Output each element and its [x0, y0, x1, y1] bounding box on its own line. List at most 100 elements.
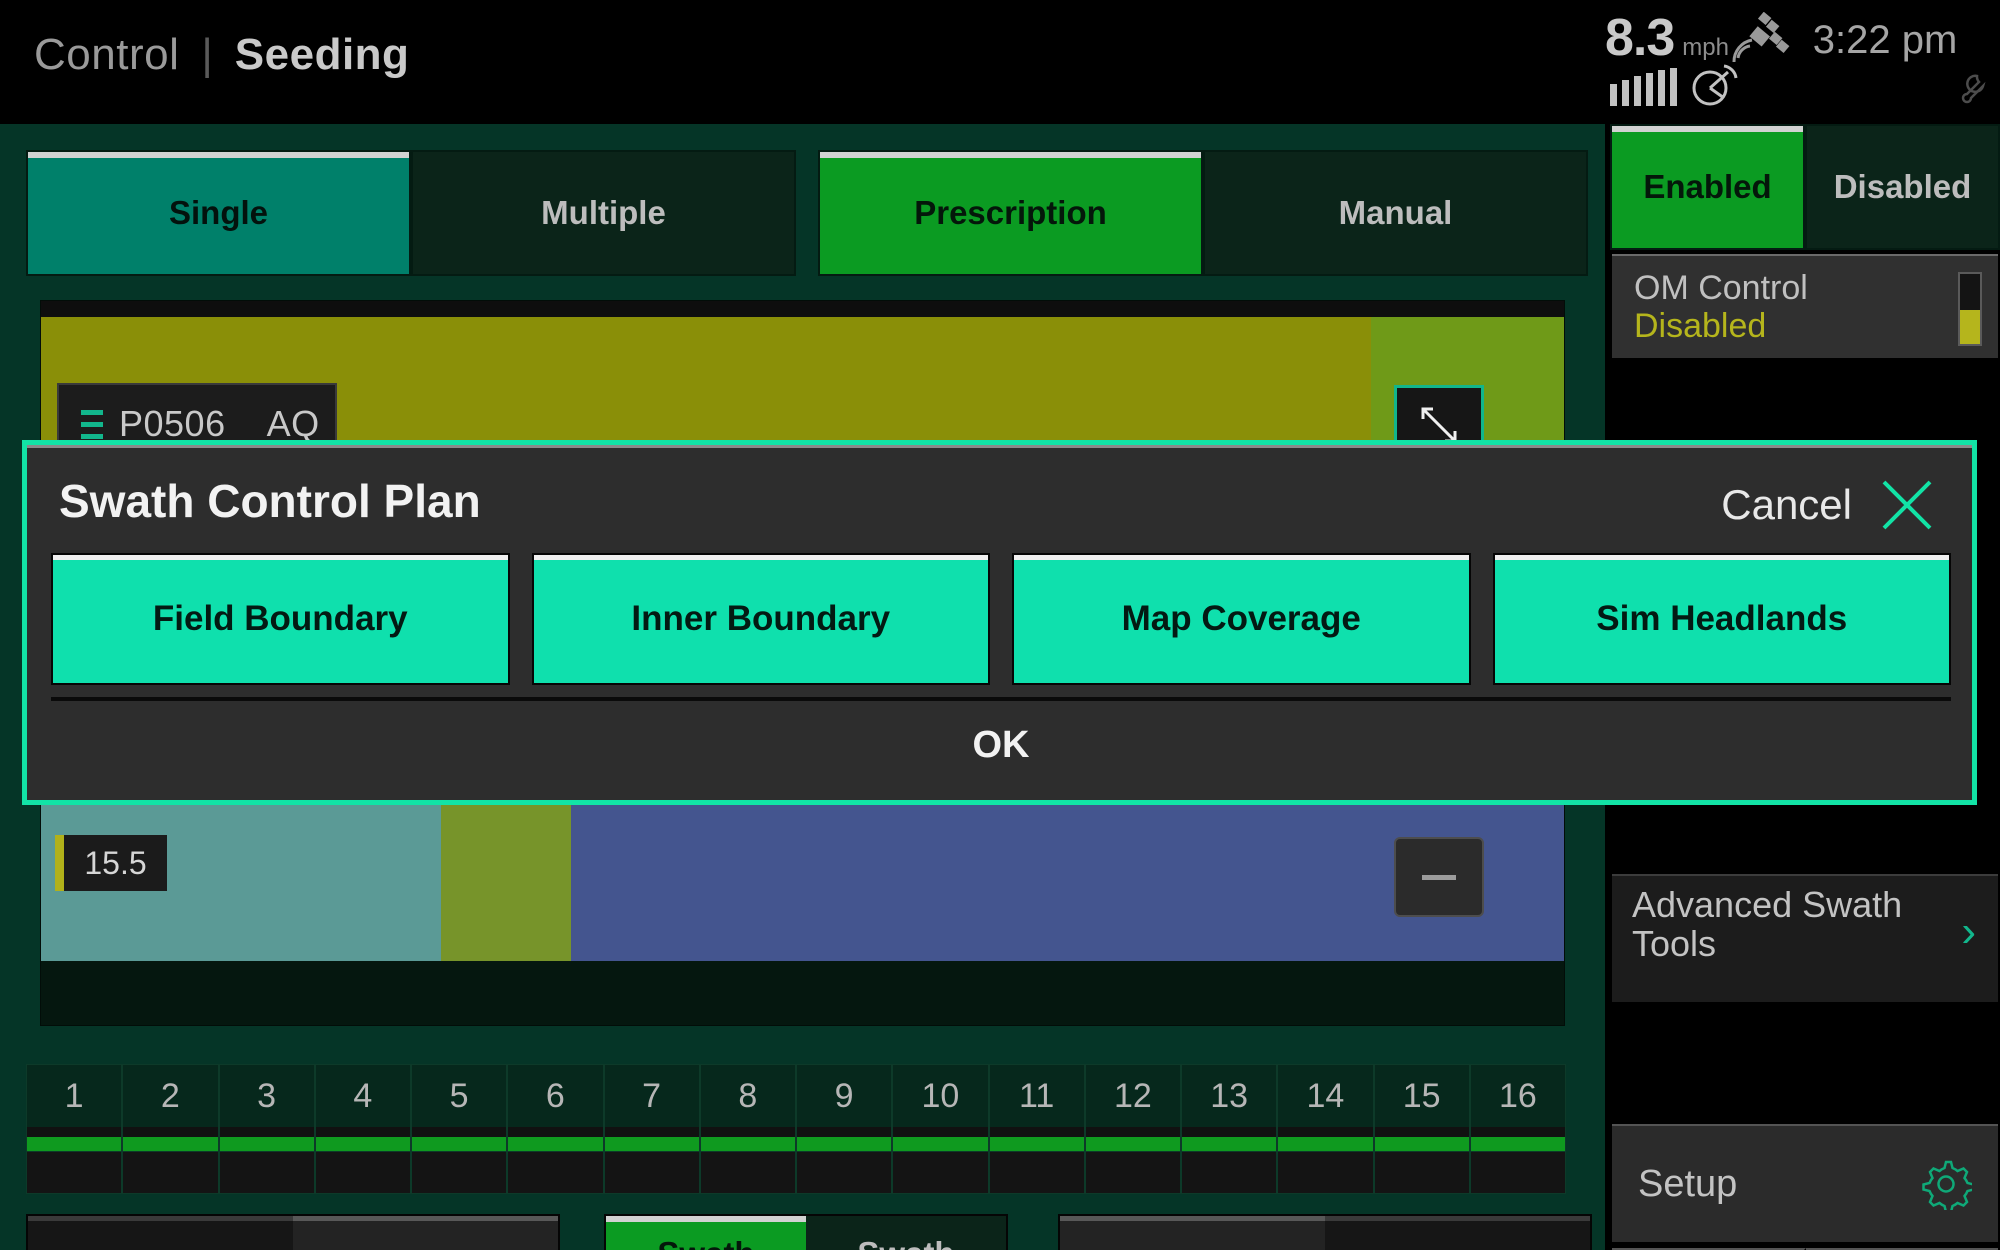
dialog-title: Swath Control Plan	[59, 475, 481, 527]
segment-prescription[interactable]: Prescription	[818, 150, 1203, 276]
ok-button[interactable]: OK	[51, 697, 1951, 789]
swath-status-bar	[1085, 1137, 1180, 1151]
cancel-label: Cancel	[1721, 481, 1852, 528]
swath-status-bar	[27, 1137, 122, 1151]
swath-section[interactable]: 4	[314, 1064, 411, 1194]
segment-disabled-label: Disabled	[1833, 168, 1972, 205]
swath-section[interactable]: 12	[1084, 1064, 1181, 1194]
increase-button[interactable]	[1325, 1216, 1590, 1250]
swath-number: 4	[353, 1076, 373, 1115]
advanced-swath-tools-line1: Advanced Swath	[1632, 884, 1903, 925]
segment-single[interactable]: Single	[26, 150, 411, 276]
swath-status-bar	[508, 1137, 603, 1151]
advanced-swath-tools-button[interactable]: Advanced Swath Tools ›	[1612, 874, 1998, 1002]
swath-automatic-line1: Swath	[657, 1235, 754, 1250]
swath-number: 11	[1018, 1076, 1055, 1115]
top-status-bar: Control | Seeding 8.3 mph 3:22 pm	[0, 0, 2000, 124]
wrench-icon[interactable]	[1955, 72, 1989, 106]
map-scale: 15.5	[55, 835, 167, 891]
right-arrow-group	[1058, 1214, 1592, 1250]
swath-number: 2	[160, 1076, 180, 1115]
chevron-right-icon: ›	[1961, 907, 1976, 956]
speed-unit: mph	[1682, 34, 1729, 61]
setup-button[interactable]: Setup	[1612, 1124, 1998, 1242]
swath-mode-group: Swath Automatic Swath Manual	[604, 1214, 1008, 1250]
ok-label: OK	[972, 723, 1030, 766]
swath-section[interactable]: 1	[26, 1064, 123, 1194]
previous-button[interactable]	[28, 1216, 293, 1250]
swath-section[interactable]: 15	[1373, 1064, 1470, 1194]
swath-status-bar	[412, 1137, 507, 1151]
swath-section[interactable]: 9	[796, 1064, 893, 1194]
swath-section[interactable]: 14	[1277, 1064, 1374, 1194]
hamburger-icon	[81, 409, 103, 439]
segment-multiple[interactable]: Multiple	[411, 150, 796, 276]
segment-manual[interactable]: Manual	[1203, 150, 1588, 276]
cancel-button[interactable]: Cancel	[1721, 476, 1936, 534]
swath-status-bar	[604, 1137, 699, 1151]
swath-number: 1	[64, 1076, 84, 1115]
swath-section[interactable]: 8	[699, 1064, 796, 1194]
breadcrumb-parent[interactable]: Control	[34, 30, 179, 80]
signal-bars-icon	[1610, 68, 1677, 106]
swath-status-bar	[1374, 1137, 1469, 1151]
swath-section[interactable]: 3	[218, 1064, 315, 1194]
swath-status-bar	[797, 1137, 892, 1151]
minus-icon[interactable]	[1394, 837, 1484, 917]
swath-status-bar	[893, 1137, 988, 1151]
swath-section[interactable]: 11	[988, 1064, 1085, 1194]
sim-headlands-button[interactable]: Sim Headlands	[1492, 553, 1951, 685]
swath-status-bar	[1470, 1137, 1565, 1151]
inner-boundary-button[interactable]: Inner Boundary	[531, 553, 990, 685]
close-x-icon	[1882, 480, 1932, 530]
swath-number: 13	[1210, 1076, 1249, 1115]
segment-single-label: Single	[168, 194, 269, 231]
setup-label: Setup	[1638, 1162, 1738, 1205]
swath-status-bar	[989, 1137, 1084, 1151]
swath-number: 10	[921, 1076, 960, 1115]
swath-status-bar	[1278, 1137, 1373, 1151]
advanced-swath-tools-line2: Tools	[1632, 922, 1717, 964]
om-control-value: Disabled	[1634, 307, 1767, 346]
segment-disabled[interactable]: Disabled	[1805, 124, 2000, 250]
swath-automatic-button[interactable]: Swath Automatic	[606, 1216, 806, 1250]
gear-icon	[1922, 1160, 1972, 1210]
decrease-button[interactable]	[1060, 1216, 1325, 1250]
swath-number: 12	[1113, 1076, 1152, 1115]
dialog-action-buttons: Field Boundary Inner Boundary Map Covera…	[51, 553, 1951, 685]
swath-section[interactable]: 10	[892, 1064, 989, 1194]
swath-status-bar	[123, 1137, 218, 1151]
swath-manual-line1: Swath	[857, 1235, 954, 1250]
field-boundary-button[interactable]: Field Boundary	[51, 553, 510, 685]
segment-prescription-label: Prescription	[914, 194, 1107, 231]
dialog-header: Swath Control Plan Cancel	[27, 445, 1972, 555]
next-button[interactable]	[293, 1216, 558, 1250]
swath-section[interactable]: 13	[1181, 1064, 1278, 1194]
segment-enabled[interactable]: Enabled	[1610, 124, 1805, 250]
swath-section[interactable]: 2	[122, 1064, 219, 1194]
swath-number: 14	[1306, 1076, 1345, 1115]
swath-number: 9	[834, 1076, 854, 1115]
swath-section[interactable]: 6	[507, 1064, 604, 1194]
om-control-title: OM Control	[1634, 269, 1808, 307]
field-name-label: P0506__AQ_	[119, 403, 341, 444]
om-control-card[interactable]: OM Control Disabled	[1612, 254, 1998, 358]
left-arrow-group	[26, 1214, 560, 1250]
page-title: Seeding	[234, 30, 410, 79]
satellite-icon	[1732, 12, 1790, 63]
swath-section[interactable]: 5	[411, 1064, 508, 1194]
segment-enabled-label: Enabled	[1643, 168, 1772, 205]
swath-number: 5	[449, 1076, 469, 1115]
speed-readout: 8.3 mph	[1605, 8, 1729, 68]
swath-manual-button[interactable]: Swath Manual	[806, 1216, 1006, 1250]
swath-number: 15	[1402, 1076, 1441, 1115]
swath-section-strip[interactable]: 1 2 3 4 5 6 7 8 9 10 11 12 13 14 15 16	[26, 1064, 1566, 1194]
breadcrumb-separator: |	[201, 30, 213, 79]
swath-control-plan-dialog: Swath Control Plan Cancel Field Boundary…	[22, 440, 1977, 805]
clock: 3:22 pm	[1812, 18, 1958, 62]
swath-section[interactable]: 16	[1469, 1064, 1566, 1194]
segment-manual-label: Manual	[1338, 194, 1453, 231]
swath-number: 16	[1498, 1076, 1537, 1115]
map-coverage-button[interactable]: Map Coverage	[1012, 553, 1471, 685]
swath-section[interactable]: 7	[603, 1064, 700, 1194]
